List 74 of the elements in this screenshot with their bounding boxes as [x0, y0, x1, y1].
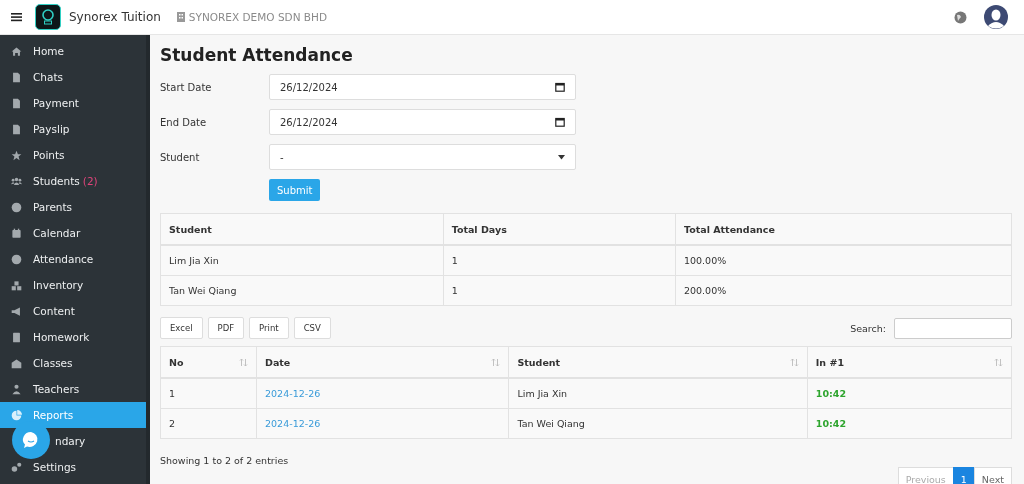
- page-button[interactable]: 1: [952, 467, 975, 484]
- calendar-icon[interactable]: [555, 82, 565, 92]
- export-button[interactable]: PDF: [207, 317, 245, 339]
- users-icon: [11, 175, 22, 187]
- export-button[interactable]: CSV: [293, 317, 331, 339]
- menu-icon[interactable]: [11, 11, 23, 23]
- table-cell: 2: [160, 408, 257, 439]
- time-cell: 10:42: [815, 388, 847, 399]
- sidebar-item[interactable]: Inventory: [0, 272, 146, 298]
- app-name: Synorex Tuition: [69, 10, 161, 24]
- column-header: Total Attendance: [675, 213, 1012, 245]
- boxes-icon: [11, 279, 22, 291]
- export-button[interactable]: Excel: [160, 317, 203, 339]
- column-header[interactable]: Date: [265, 356, 291, 368]
- next-button[interactable]: Next: [973, 467, 1012, 484]
- column-header[interactable]: In #1: [815, 356, 844, 368]
- table-cell: Lim Jia Xin: [160, 245, 444, 276]
- field-label: Student: [160, 151, 201, 163]
- logo-icon: [35, 4, 61, 30]
- column-header: Total Days: [443, 213, 676, 245]
- table-cell: Lim Jia Xin: [508, 378, 808, 409]
- company-name: SYNOREX DEMO SDN BHD: [188, 11, 328, 23]
- calendar-icon[interactable]: [555, 117, 565, 127]
- caret-icon: [558, 154, 565, 160]
- field-label: Start Date: [160, 81, 213, 93]
- table-cell: 100.00%: [675, 245, 1012, 276]
- search-label: Search:: [850, 322, 886, 334]
- sidebar-item[interactable]: Teachers: [0, 376, 146, 402]
- document-icon: [11, 71, 22, 83]
- entries-info: Showing 1 to 2 of 2 entries: [160, 455, 290, 466]
- sidebar-item[interactable]: Home: [0, 38, 146, 64]
- globe-icon[interactable]: [954, 10, 967, 24]
- sidebar-item[interactable]: Settings: [0, 454, 146, 480]
- megaphone-icon: [11, 305, 22, 317]
- sidebar-item[interactable]: ndary: [0, 428, 146, 454]
- sidebar-item[interactable]: Homework: [0, 324, 146, 350]
- sidebar-item[interactable]: Payslip: [0, 116, 146, 142]
- house-icon: [11, 45, 22, 57]
- table-cell: Tan Wei Qiang: [508, 408, 808, 439]
- table-cell: 1: [443, 275, 676, 306]
- table-cell: 1: [160, 378, 257, 409]
- teacher-icon: [11, 383, 22, 395]
- export-button[interactable]: Print: [249, 317, 289, 339]
- avatar-icon[interactable]: [984, 5, 1008, 29]
- date-field[interactable]: 26/12/2024: [269, 74, 576, 100]
- building-icon: [176, 12, 185, 22]
- table-cell: 200.00%: [675, 275, 1012, 306]
- document-icon: [11, 97, 22, 109]
- field-label: End Date: [160, 116, 208, 128]
- sidebar-item[interactable]: Content: [0, 298, 146, 324]
- sidebar-item[interactable]: Payment: [0, 90, 146, 116]
- calendar-icon: [11, 227, 22, 239]
- date-field[interactable]: 26/12/2024: [269, 109, 576, 135]
- sidebar-item[interactable]: Parents: [0, 194, 146, 220]
- table-cell: 1: [443, 245, 676, 276]
- sidebar-item[interactable]: Classes: [0, 350, 146, 376]
- sidebar-item[interactable]: Points: [0, 142, 146, 168]
- star-icon: [11, 149, 22, 161]
- search-field[interactable]: [894, 317, 1012, 339]
- student-select[interactable]: -: [269, 144, 576, 170]
- pie-chart-icon: [11, 409, 22, 421]
- document-icon: [11, 123, 22, 135]
- sidebar-item[interactable]: Attendance: [0, 246, 146, 272]
- column-header[interactable]: Student: [517, 356, 561, 368]
- count-label: (2): [82, 175, 98, 187]
- column-header[interactable]: No: [169, 356, 184, 368]
- page-title: Student Attendance: [160, 45, 354, 65]
- book-icon: [11, 331, 22, 343]
- time-cell: 10:42: [815, 418, 847, 429]
- sidebar-item[interactable]: Calendar: [0, 220, 146, 246]
- sidebar-item[interactable]: Chats: [0, 64, 146, 90]
- column-header: Student: [160, 213, 444, 245]
- sidebar-item[interactable]: Students (2): [0, 168, 146, 194]
- table-cell: Tan Wei Qiang: [160, 275, 444, 306]
